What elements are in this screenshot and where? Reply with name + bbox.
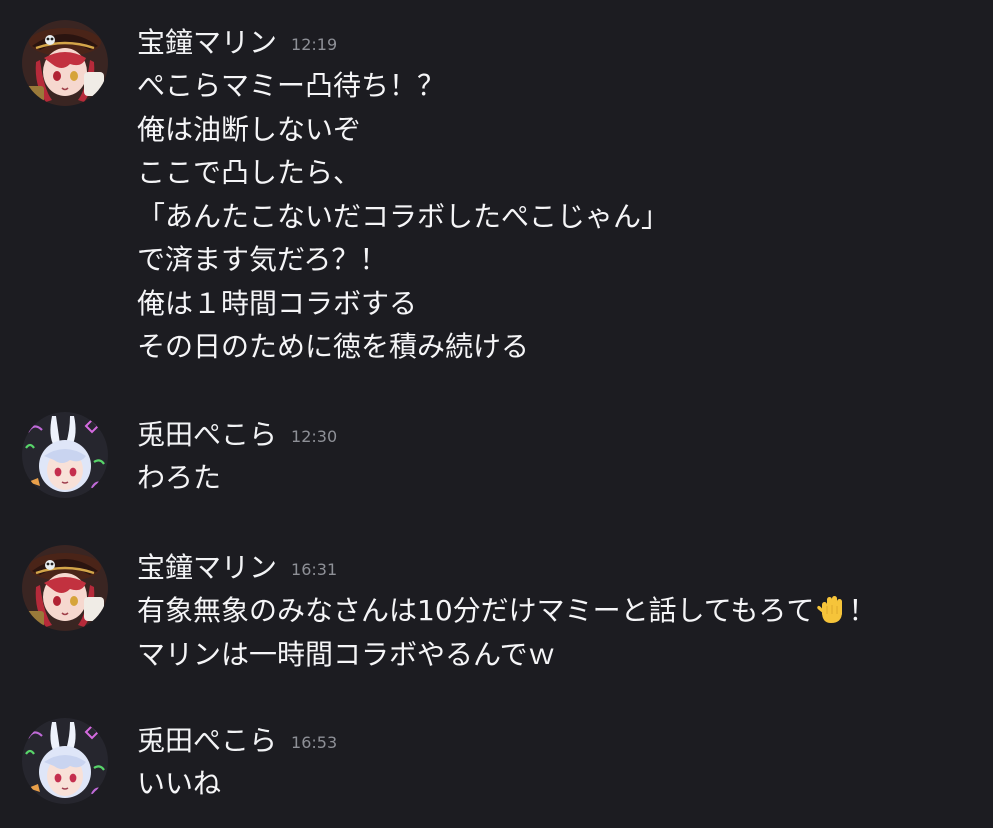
message-line: わろた <box>137 461 222 494</box>
message-header: 宝鐘マリン 16:31 <box>137 549 337 587</box>
pekora-avatar-icon-graphic <box>22 412 108 498</box>
message-text: 有象無象のみなさんは10分だけマミーと話してもろて <box>137 594 815 627</box>
message: 兎田ぺこら 16:53 いいね <box>0 718 993 818</box>
timestamp: 16:31 <box>291 560 338 579</box>
marine-avatar-icon[interactable] <box>22 20 108 106</box>
message-line: 「あんたこないだコラボしたぺこじゃん」 <box>137 199 670 233</box>
message-line: ぺこらマミー凸待ち！？ <box>137 69 446 102</box>
message-content: ぺこらマミー凸待ち！？ 俺は油断しないぞ ここで凸したら、 「あんたこないだコラ… <box>137 64 669 369</box>
message-header: 宝鐘マリン 12:19 <box>137 24 337 62</box>
pekora-avatar-icon[interactable] <box>22 412 108 498</box>
message-line: 俺は油断しないぞ <box>137 112 362 146</box>
message-content: わろた <box>137 456 221 500</box>
author-name[interactable]: 兎田ぺこら <box>137 418 277 451</box>
message: 宝鐘マリン 12:19 ぺこらマミー凸待ち！？ 俺は油断しないぞ ここで凸したら、… <box>0 20 993 380</box>
timestamp: 12:19 <box>291 35 338 54</box>
message-line: で済ます気だろ？！ <box>137 243 388 276</box>
message: 宝鐘マリン 16:31 有象無象のみなさんは10分だけマミーと話してもろて ！ マ… <box>0 545 993 685</box>
marine-avatar-icon[interactable] <box>22 545 108 631</box>
message-line: マリンは一時間コラボやるんでｗ <box>137 637 556 671</box>
marine-avatar-icon-graphic <box>22 20 108 106</box>
message-text-suffix: ！ <box>848 594 877 627</box>
message-line: 俺は１時間コラボする <box>137 286 418 320</box>
message-header: 兎田ぺこら 12:30 <box>137 416 337 454</box>
pekora-avatar-icon-graphic <box>22 718 108 804</box>
marine-avatar-icon-graphic <box>22 545 108 631</box>
chat-log: 宝鐘マリン 12:19 ぺこらマミー凸待ち！？ 俺は油断しないぞ ここで凸したら、… <box>0 0 993 828</box>
author-name[interactable]: 宝鐘マリン <box>137 551 277 584</box>
raised-hand-icon <box>817 596 843 623</box>
message: 兎田ぺこら 12:30 わろた <box>0 412 993 512</box>
timestamp: 16:53 <box>291 733 338 752</box>
message-content: いいね <box>137 762 221 806</box>
author-name[interactable]: 宝鐘マリン <box>137 26 277 59</box>
message-line: いいね <box>137 767 222 800</box>
message-header: 兎田ぺこら 16:53 <box>137 722 337 760</box>
message-line: ここで凸したら、 <box>137 156 362 189</box>
message-line: 有象無象のみなさんは10分だけマミーと話してもろて ！ <box>137 589 876 633</box>
timestamp: 12:30 <box>291 427 338 446</box>
author-name[interactable]: 兎田ぺこら <box>137 724 277 757</box>
pekora-avatar-icon[interactable] <box>22 718 108 804</box>
message-line: その日のために徳を積み続ける <box>137 330 530 363</box>
message-content: 有象無象のみなさんは10分だけマミーと話してもろて ！ マリンは一時間コラボやる… <box>137 589 876 676</box>
